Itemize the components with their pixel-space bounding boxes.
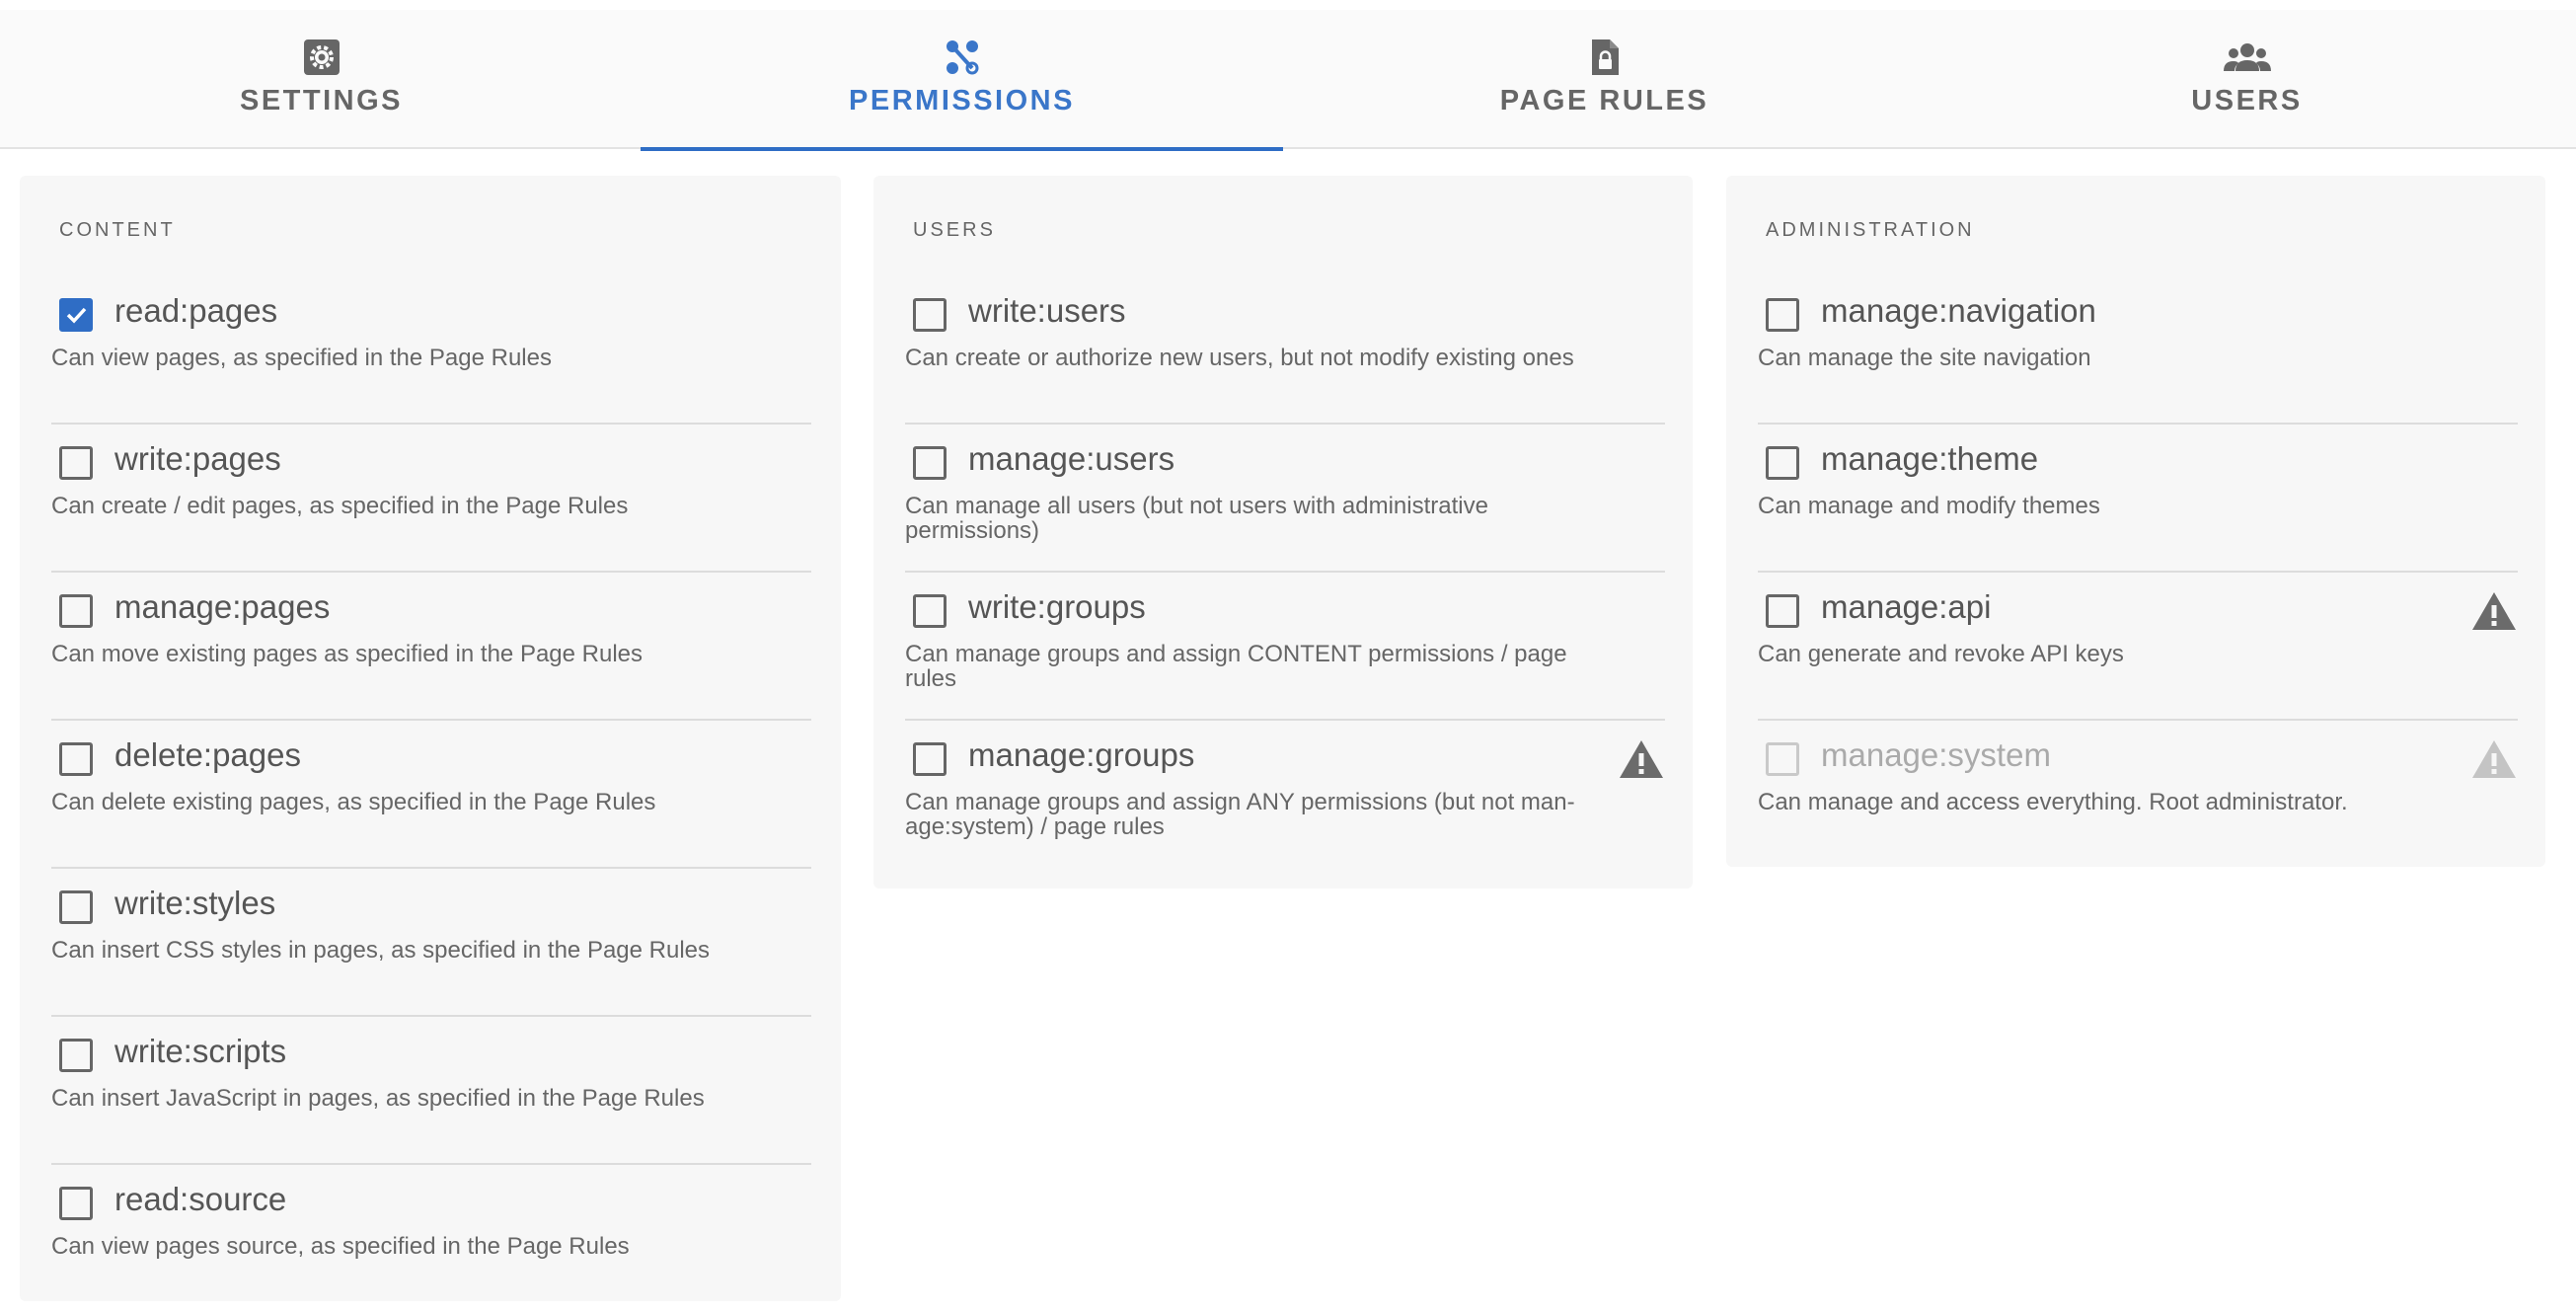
tab-settings[interactable]: SETTINGS [0,10,643,149]
permission-name: manage:groups [968,736,1195,773]
write-styles-checkbox[interactable] [59,890,93,924]
write-groups-checkbox[interactable] [913,594,947,628]
permission-name: manage:pages [114,588,331,625]
permission-name: write:users [968,292,1126,329]
permission-item: read:pages Can view pages, as specified … [51,276,811,425]
permission-name: manage:theme [1821,440,2039,477]
permission-description: Can view pages source, as specified in t… [51,1233,630,1260]
read-pages-checkbox[interactable] [59,298,93,332]
permission-item: manage:theme Can manage and modify theme… [1758,425,2518,573]
tab-page-rules-label: PAGE RULES [1499,85,1709,116]
permission-description: Can generate and revoke API keys [1758,641,2124,667]
permission-item: write:users Can create or authorize new … [905,276,1665,425]
manage-theme-checkbox[interactable] [1766,446,1799,480]
permission-name: write:groups [968,588,1146,625]
permission-name: manage:users [968,440,1175,477]
permission-name: manage:navigation [1821,292,2096,329]
permission-item: delete:pages Can delete existing pages, … [51,721,811,869]
permission-item: manage:api Can generate and revoke API k… [1758,573,2518,721]
permission-description: Can manage groups and assign CONTENT per… [905,641,1567,692]
tab-permissions-label: PERMISSIONS [849,85,1075,116]
permission-description: Can create / edit pages, as specified in… [51,493,629,519]
manage-pages-checkbox[interactable] [59,594,93,628]
permission-item: manage:users Can manage all users (but n… [905,425,1665,573]
write-users-checkbox[interactable] [913,298,947,332]
permission-item: manage:navigation Can manage the site na… [1758,276,2518,425]
users-permissions-card: USERS write:users Can create or authoriz… [873,176,1693,888]
permission-name: write:styles [114,885,276,921]
permission-description: Can move existing pages as specified in … [51,641,644,667]
permission-description: Can manage and modify themes [1758,493,2100,519]
write-pages-checkbox[interactable] [59,446,93,480]
permission-description: Can insert JavaScript in pages, as speci… [51,1085,705,1112]
permission-name: manage:system [1821,736,2051,773]
permission-name: write:pages [114,440,281,477]
group-title: ADMINISTRATION [1766,219,1975,241]
permission-name: read:pages [114,292,278,329]
permission-name: delete:pages [114,736,301,773]
checkmark-icon [66,307,87,324]
tab-permissions[interactable]: PERMISSIONS [641,10,1283,151]
tab-underline [1926,147,2568,151]
top-strip [0,0,2576,10]
permission-description: Can create or authorize new users, but n… [905,345,1574,371]
permission-item: write:pages Can create / edit pages, as … [51,425,811,573]
administration-permissions-card: ADMINISTRATION manage:navigation Can man… [1726,176,2545,867]
group-title: USERS [913,219,996,241]
permission-item: write:styles Can insert CSS styles in pa… [51,869,811,1017]
tab-underline [0,147,643,151]
description-line: age:system) / page rules [905,813,1165,840]
warning-icon [1620,740,1663,778]
delete-pages-checkbox[interactable] [59,742,93,776]
permission-item: manage:pages Can move existing pages as … [51,573,811,721]
permission-description: Can manage the site navigation [1758,345,2091,371]
read-source-checkbox[interactable] [59,1187,93,1220]
manage-users-checkbox[interactable] [913,446,947,480]
manage-system-checkbox [1766,742,1799,776]
permissions-icon [946,40,978,75]
manage-groups-checkbox[interactable] [913,742,947,776]
permission-description: Can view pages, as specified in the Page… [51,345,552,371]
permission-item: write:scripts Can insert JavaScript in p… [51,1017,811,1165]
tab-underline-active [641,147,1283,151]
manage-api-checkbox[interactable] [1766,594,1799,628]
gear-icon [303,39,340,75]
tab-page-rules[interactable]: PAGE RULES [1283,10,1926,149]
permission-item: manage:groups Can manage groups and assi… [905,721,1665,888]
tab-underline [1283,147,1926,151]
tab-users[interactable]: USERS [1926,10,2568,149]
users-icon [2223,43,2271,71]
permission-description: Can delete existing pages, as specified … [51,789,656,815]
warning-icon [2472,740,2516,778]
tab-settings-label: SETTINGS [239,85,403,116]
permission-name: write:scripts [114,1033,287,1069]
manage-navigation-checkbox[interactable] [1766,298,1799,332]
permission-description: Can manage groups and assign ANY permiss… [905,790,1596,839]
warning-icon [2472,592,2516,630]
description-line: Can manage groups and assign ANY permiss… [905,789,1575,815]
permission-item: manage:system Can manage and access ever… [1758,721,2518,869]
tab-bar: SETTINGS PERMISSIONS PAGE RULES USERS [0,10,2576,151]
group-title: CONTENT [59,219,176,241]
permission-name: read:source [114,1181,287,1217]
locked-file-icon [1591,39,1619,75]
permission-item: write:groups Can manage groups and assig… [905,573,1665,721]
content-permissions-card: CONTENT read:pages Can view pages, as sp… [20,176,841,1301]
write-scripts-checkbox[interactable] [59,1039,93,1072]
permission-description: Can manage and access everything. Root a… [1758,789,2348,815]
permission-description: Can insert CSS styles in pages, as speci… [51,937,711,964]
permission-name: manage:api [1821,588,1992,625]
tab-users-label: USERS [2191,85,2303,116]
permission-description: Can manage all users (but not users with… [905,493,1488,544]
